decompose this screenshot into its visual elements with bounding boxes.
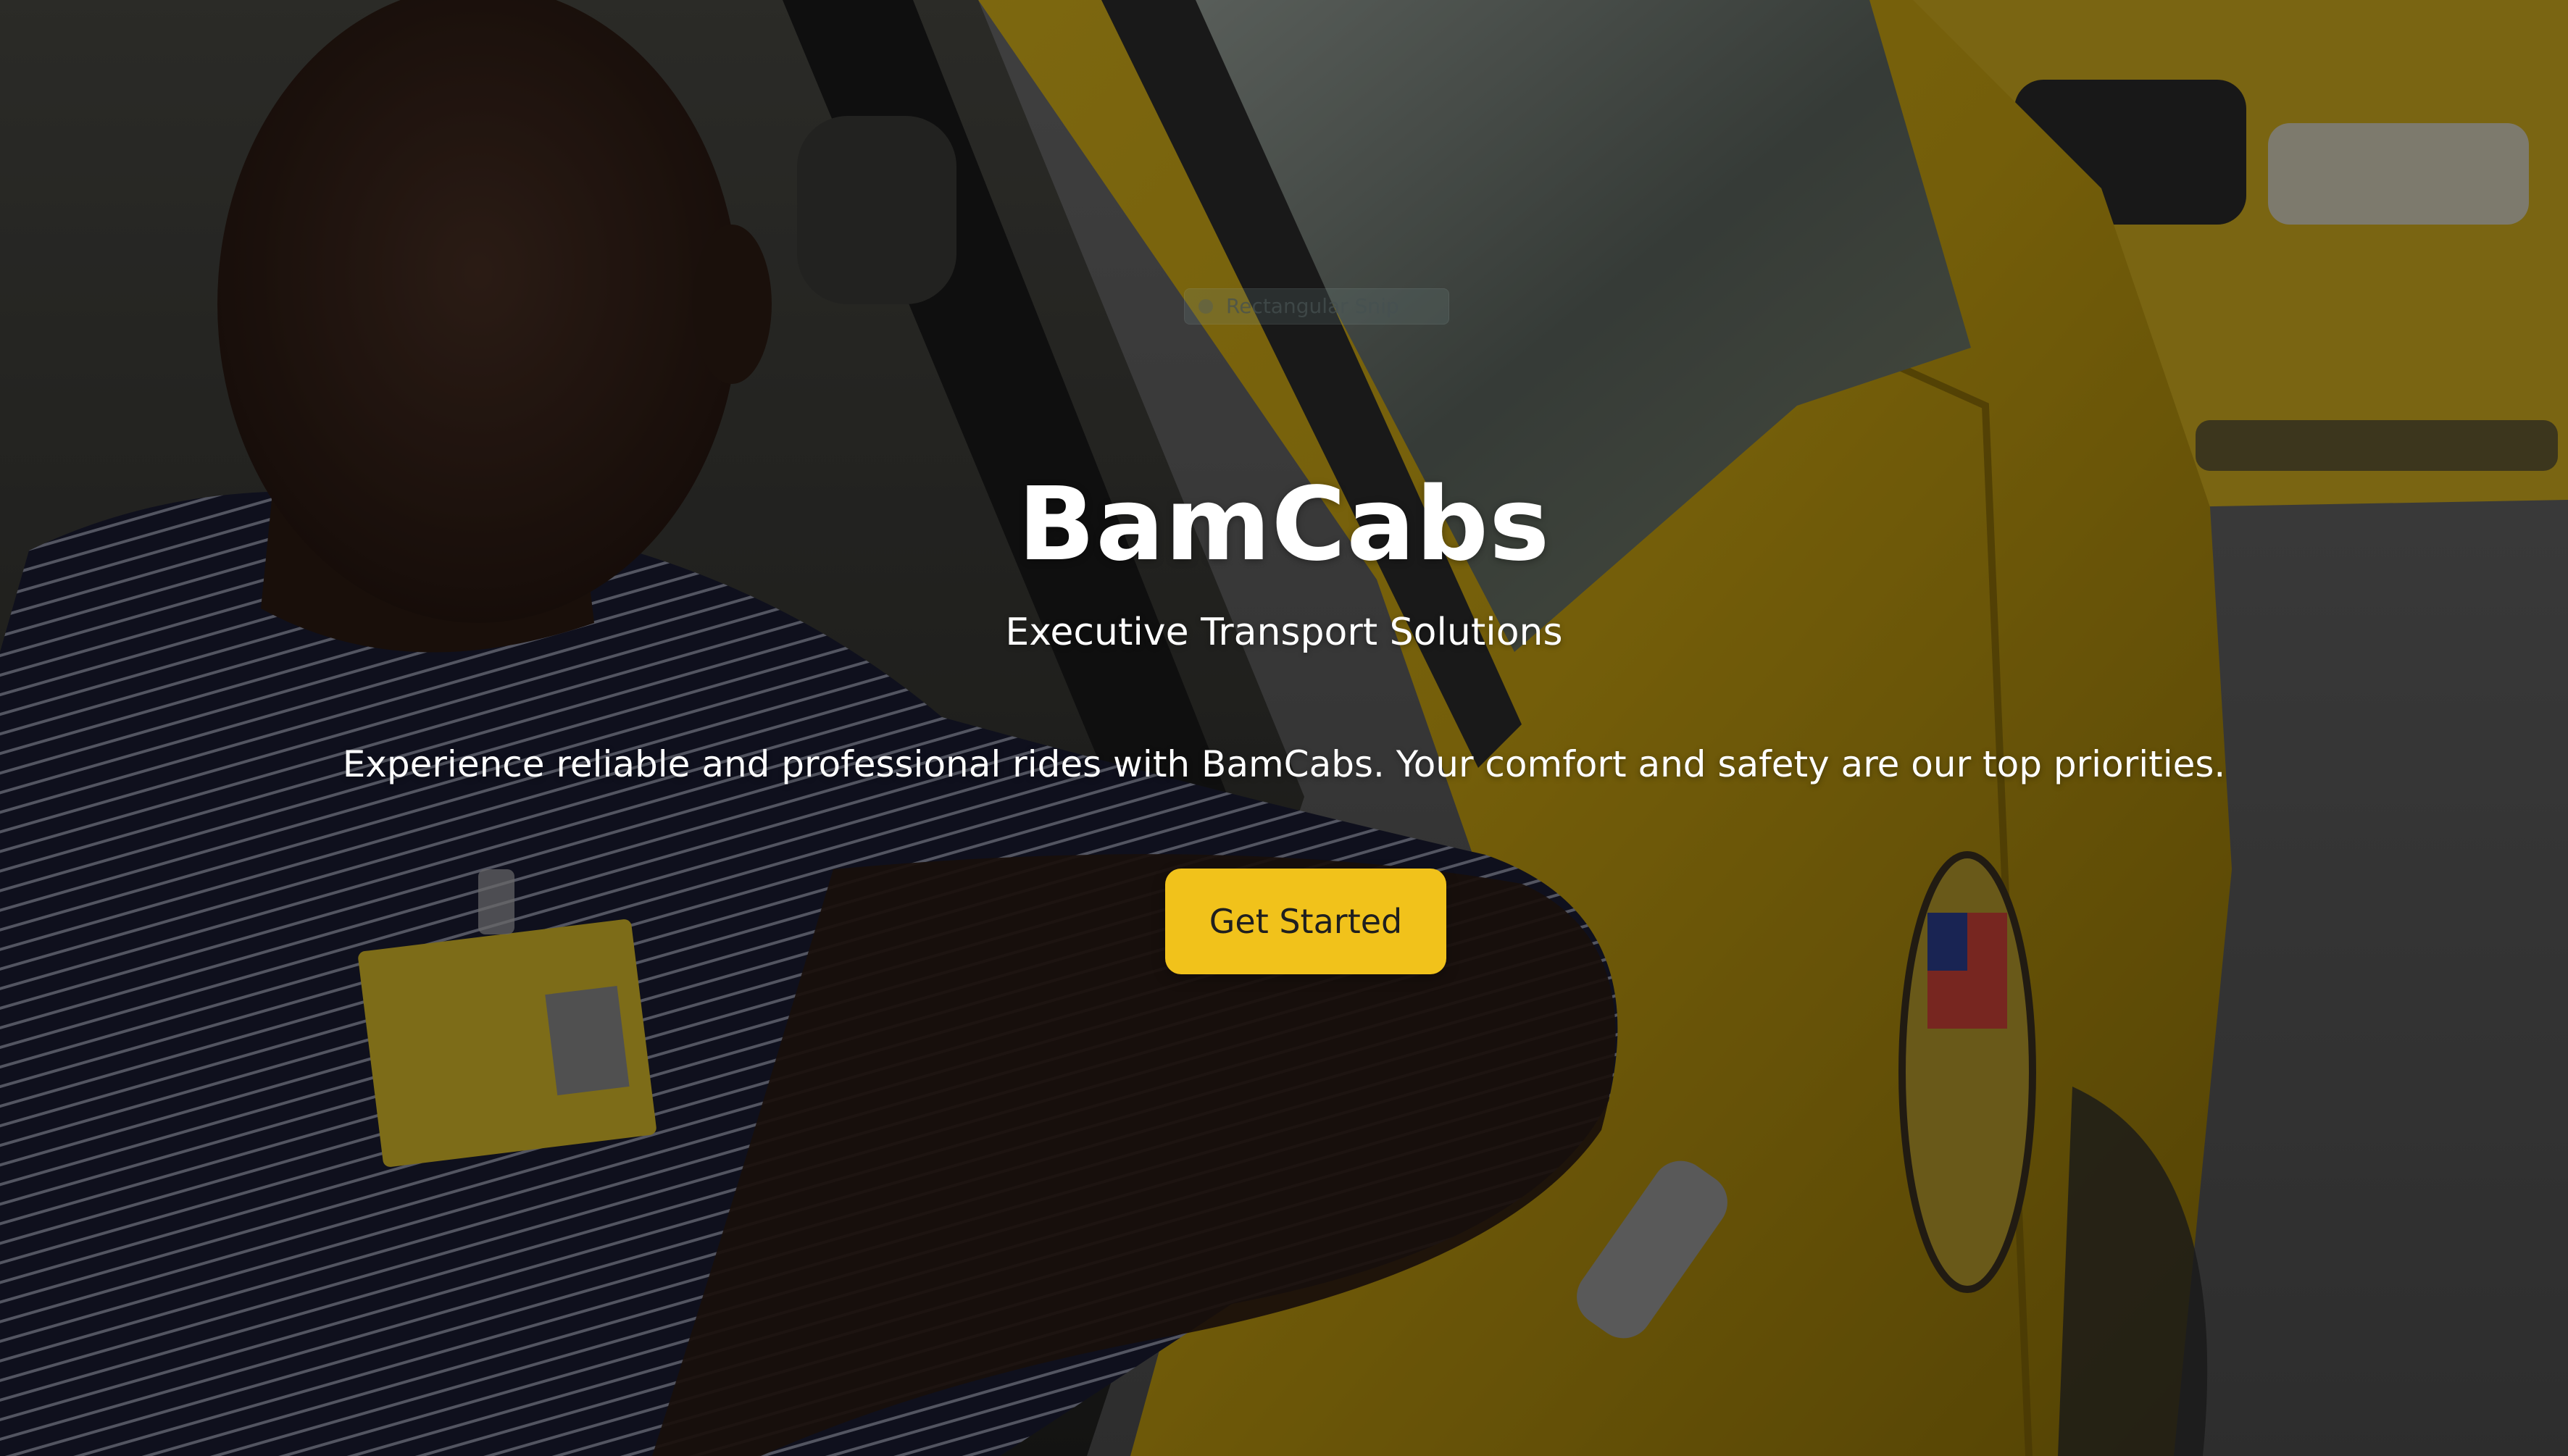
hero-content: BamCabs Executive Transport Solutions Ex… xyxy=(0,0,2568,1456)
hero-description: Experience reliable and professional rid… xyxy=(342,743,2226,785)
hero-section: Rectangular Snip BamCabs Executive Trans… xyxy=(0,0,2568,1456)
hero-title: BamCabs xyxy=(1017,466,1551,584)
get-started-button[interactable]: Get Started xyxy=(1165,869,1446,974)
hero-subtitle: Executive Transport Solutions xyxy=(1005,611,1563,654)
